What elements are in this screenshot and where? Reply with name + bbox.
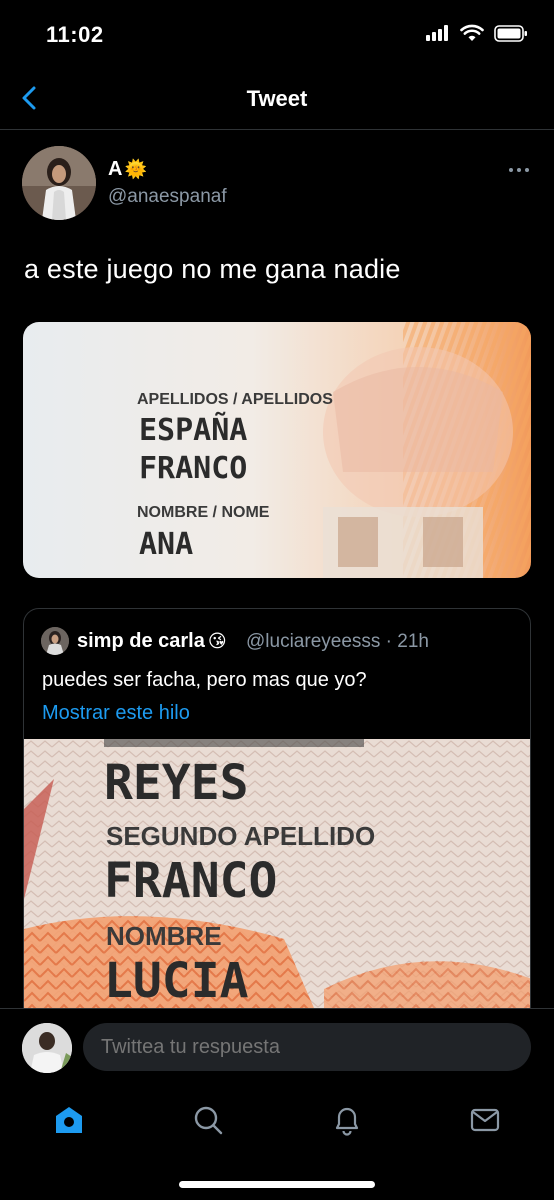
tweet-text: a este juego no me gana nadie (24, 254, 401, 284)
status-icons (426, 24, 528, 42)
surname-1: ESPAÑA (139, 411, 247, 448)
label-second-surname: SEGUNDO APELLIDO (106, 821, 375, 851)
quoted-tweet-text: puedes ser facha, pero mas que yo? (42, 669, 367, 691)
tweet-image[interactable]: APELLIDOS / APELLIDOS ESPAÑA FRANCO NOMB… (23, 322, 531, 578)
tab-home[interactable] (49, 1100, 89, 1140)
notifications-icon (335, 1107, 359, 1136)
tab-messages[interactable] (465, 1100, 505, 1140)
reply-bar (0, 1008, 554, 1086)
quoted-handle-time: @luciareyeesss · 21h (246, 631, 429, 652)
surname-2: FRANCO (139, 451, 247, 486)
wifi-icon (460, 24, 484, 41)
author-name[interactable]: A 🌞 (108, 158, 147, 181)
author-name-text: A (108, 158, 123, 180)
label-name-quoted: NOMBRE (106, 921, 222, 951)
more-icon (509, 168, 529, 172)
kiss-emoji: 😘 (207, 631, 227, 651)
top-nav: Tweet (0, 70, 554, 130)
status-bar: 11:02 (0, 0, 554, 70)
given-name: ANA (139, 527, 193, 562)
sun-emoji: 🌞 (124, 159, 147, 179)
signal-icon (426, 25, 448, 41)
home-indicator[interactable] (179, 1181, 375, 1188)
tab-search[interactable] (188, 1100, 228, 1140)
label-surnames: APELLIDOS / APELLIDOS (137, 391, 333, 408)
quoted-author-name: simp de carla 😘 (77, 630, 227, 653)
avatar-photo (22, 146, 96, 220)
battery-icon (494, 24, 527, 42)
tab-notifications[interactable] (327, 1100, 367, 1140)
quoted-tweet-image[interactable]: REYES SEGUNDO APELLIDO FRANCO NOMBRE LUC… (24, 739, 530, 1027)
my-avatar[interactable] (22, 1023, 72, 1073)
status-time: 11:02 (46, 22, 104, 47)
search-icon (194, 1106, 223, 1135)
author-handle[interactable]: @anaespanaf (108, 186, 227, 208)
more-options-button[interactable] (508, 162, 530, 178)
quoted-given-name: LUCIA (104, 953, 249, 1009)
messages-icon (470, 1108, 500, 1132)
quoted-author-avatar (41, 627, 69, 655)
page-title: Tweet (246, 86, 308, 111)
quoted-tweet[interactable]: simp de carla 😘 @luciareyeesss · 21h pue… (23, 608, 531, 1028)
author-avatar[interactable] (22, 146, 96, 220)
quoted-surname-2: FRANCO (104, 853, 277, 909)
label-name: NOMBRE / NOME (137, 504, 270, 521)
quoted-author-name-text: simp de carla (77, 630, 205, 652)
quoted-surname-1: REYES (104, 755, 249, 811)
show-thread-link[interactable]: Mostrar este hilo (42, 702, 190, 725)
reply-input[interactable] (83, 1023, 531, 1071)
home-icon (56, 1107, 82, 1133)
